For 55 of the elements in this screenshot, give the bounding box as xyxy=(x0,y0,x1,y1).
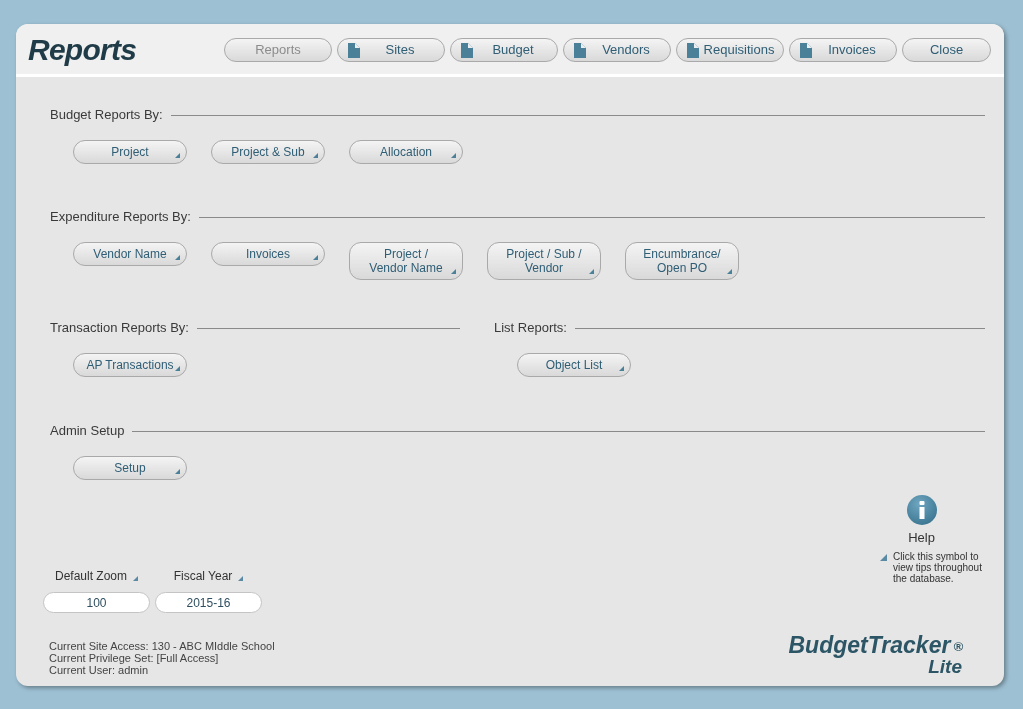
report-button[interactable]: Object List xyxy=(517,353,631,377)
triangle-icon xyxy=(238,575,244,581)
corner-triangle-icon xyxy=(451,153,456,158)
corner-triangle-icon xyxy=(175,366,180,371)
input-field[interactable]: 2015-16 xyxy=(155,592,262,613)
document-icon xyxy=(800,43,812,58)
report-button[interactable]: AP Transactions xyxy=(73,353,187,377)
report-button[interactable]: Project & Sub xyxy=(211,140,325,164)
help-label: Help xyxy=(908,528,935,547)
report-button[interactable]: Project xyxy=(73,140,187,164)
report-button[interactable]: Vendor Name xyxy=(73,242,187,266)
document-icon xyxy=(348,43,360,58)
report-button[interactable]: Project / Vendor Name xyxy=(349,242,463,280)
report-button[interactable]: Invoices xyxy=(211,242,325,266)
corner-triangle-icon xyxy=(589,269,594,274)
triangle-icon xyxy=(133,575,138,581)
help-tip: Click this symbol to view tips throughout the database. xyxy=(893,551,983,584)
corner-triangle-icon xyxy=(175,469,180,474)
logo-text: BudgetTracker xyxy=(788,634,951,657)
corner-triangle-icon xyxy=(619,366,624,371)
document-icon xyxy=(461,43,473,58)
triangle-icon xyxy=(880,554,887,561)
corner-triangle-icon xyxy=(175,255,180,260)
section-heading: List Reports: xyxy=(494,319,567,338)
logo-edition: Lite xyxy=(928,657,962,676)
nav-button[interactable]: Invoices xyxy=(789,38,897,62)
status-text: Current Privilege Set: [Full Access] xyxy=(49,652,220,664)
document-icon xyxy=(687,43,699,58)
report-button[interactable]: Project / Sub / Vendor xyxy=(487,242,601,280)
report-button[interactable]: Setup xyxy=(73,456,187,480)
status-text: Current User: admin xyxy=(49,664,150,676)
status-text: Current Site Access: 130 - ABC MIddle School xyxy=(49,640,275,652)
registered-mark: ® xyxy=(953,640,963,653)
corner-triangle-icon xyxy=(727,269,732,274)
section-heading: Budget Reports By: xyxy=(50,106,163,125)
setting-label: Fiscal Year xyxy=(173,568,233,585)
section-heading: Expenditure Reports By: xyxy=(50,208,191,227)
info-icon[interactable] xyxy=(906,494,937,525)
page-title: Reports xyxy=(28,31,138,68)
setting-label: Default Zoom xyxy=(55,568,127,585)
corner-triangle-icon xyxy=(313,153,318,158)
corner-triangle-icon xyxy=(451,269,456,274)
corner-triangle-icon xyxy=(313,255,318,260)
nav-button[interactable]: Sites xyxy=(337,38,445,62)
report-button[interactable]: Encumbrance/ Open PO xyxy=(625,242,739,280)
corner-triangle-icon xyxy=(175,153,180,158)
nav-button[interactable]: Close xyxy=(902,38,991,62)
document-icon xyxy=(574,43,586,58)
report-button[interactable]: Allocation xyxy=(349,140,463,164)
nav-button[interactable]: Budget xyxy=(450,38,558,62)
nav-button[interactable]: Requisitions xyxy=(676,38,784,62)
section-heading: Admin Setup xyxy=(50,422,125,441)
input-field[interactable]: 100 xyxy=(43,592,150,613)
section-heading: Transaction Reports By: xyxy=(50,319,189,338)
nav-button[interactable]: Vendors xyxy=(563,38,671,62)
